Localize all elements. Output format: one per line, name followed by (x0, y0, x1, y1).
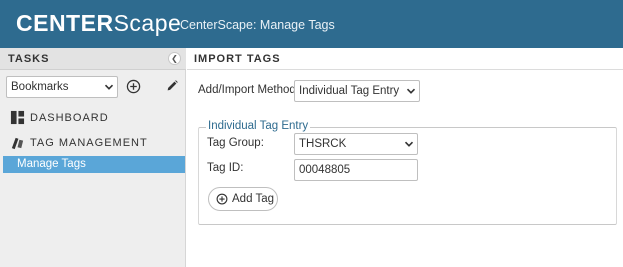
tag-id-value: 00048805 (299, 164, 351, 176)
tasks-header: TASKS ❮ (0, 48, 186, 70)
tag-group-label: Tag Group: (207, 137, 264, 149)
app-logo[interactable]: CENTERScape (16, 9, 181, 37)
bookmarks-select[interactable]: Bookmarks (6, 76, 118, 98)
collapse-sidebar-button[interactable]: ❮ (168, 52, 181, 65)
bookmarks-select-value: Bookmarks (11, 81, 69, 93)
tag-group-select-value: THSRCK (299, 138, 347, 150)
main-header: IMPORT TAGS (187, 48, 623, 70)
method-select-value: Individual Tag Entry (299, 85, 400, 97)
method-row: Add/Import Method: Individual Tag Entry (187, 80, 623, 102)
individual-entry-fieldset: Individual Tag Entry Tag Group: THSRCK T… (198, 120, 617, 225)
chevron-down-icon (404, 141, 414, 147)
sidebar-item-label: DASHBOARD (30, 112, 109, 124)
logo-light-text: Scape (113, 10, 182, 36)
tasks-title: TASKS (8, 53, 50, 65)
page-title: CenterScape: Manage Tags (180, 18, 335, 32)
tag-group-select[interactable]: THSRCK (294, 133, 418, 155)
method-select[interactable]: Individual Tag Entry (294, 80, 420, 102)
top-bar: CENTERScape CenterScape: Manage Tags (0, 0, 623, 48)
add-tag-button[interactable]: Add Tag (208, 187, 278, 211)
plus-circle-icon (216, 193, 228, 205)
dashboard-icon (10, 110, 25, 125)
tag-management-icon (11, 137, 24, 150)
logo-bold-text: CENTER (16, 10, 114, 36)
tag-id-input[interactable]: 00048805 (294, 159, 418, 181)
tag-id-label: Tag ID: (207, 162, 244, 174)
sidebar-subitem-label: Manage Tags (17, 158, 86, 170)
sidebar-item-label: TAG MANAGEMENT (30, 137, 148, 149)
section-title: IMPORT TAGS (194, 53, 281, 65)
sidebar-item-manage-tags[interactable]: Manage Tags (3, 156, 185, 173)
add-tag-label: Add Tag (232, 193, 274, 205)
pencil-icon[interactable] (165, 79, 179, 93)
method-label: Add/Import Method: (198, 84, 299, 96)
main-panel: IMPORT TAGS Add/Import Method: Individua… (187, 48, 623, 267)
sidebar: TASKS ❮ Bookmarks DASHBOARD TAG MANAGEME… (0, 48, 186, 267)
sidebar-item-tag-management[interactable]: TAG MANAGEMENT (0, 133, 186, 153)
fieldset-legend: Individual Tag Entry (206, 120, 311, 132)
sidebar-item-dashboard[interactable]: DASHBOARD (0, 108, 186, 128)
add-bookmark-icon[interactable] (126, 79, 141, 94)
chevron-down-icon (406, 88, 416, 94)
chevron-down-icon (104, 84, 114, 90)
